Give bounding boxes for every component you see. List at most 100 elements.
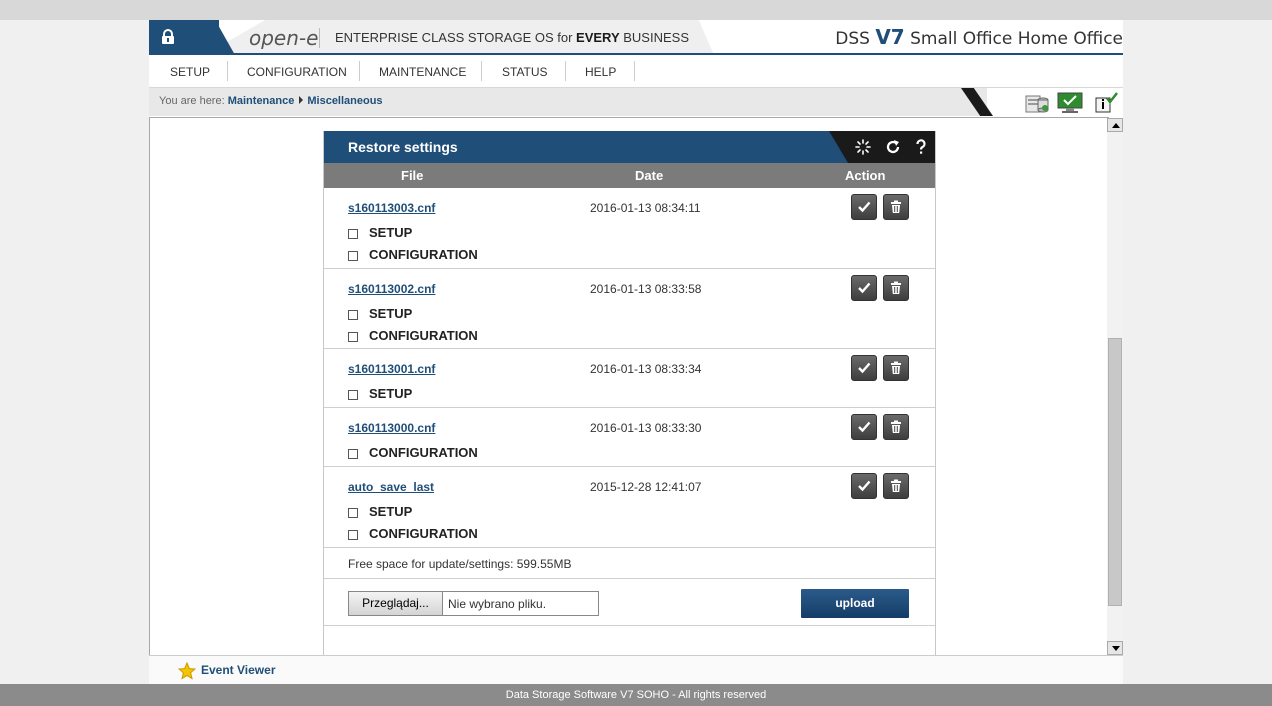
table-header: File Date Action [324,163,935,188]
breadcrumb: You are here: Maintenance Miscellaneous [159,95,383,107]
delete-button[interactable] [883,473,909,499]
menu-setup[interactable]: SETUP [170,65,210,79]
panel-title-bar: Restore settings [324,131,935,163]
delete-button[interactable] [883,355,909,381]
app-frame: open-e ENTERPRISE CLASS STORAGE OS for E… [149,20,1123,685]
lock-button[interactable] [149,20,219,55]
file-input[interactable]: Przeglądaj... Nie wybrano pliku. [348,591,599,616]
breadcrumb-prefix: You are here: [159,95,225,107]
browse-button[interactable]: Przeglądaj... [349,592,443,615]
option-checkbox[interactable] [348,508,358,518]
main-menu: SETUP CONFIGURATION MAINTENANCE STATUS H… [149,55,1123,88]
copyright-bar: Data Storage Software V7 SOHO - All righ… [0,684,1272,706]
tagline-pre: ENTERPRISE CLASS STORAGE OS for [335,30,577,45]
menu-separator [481,61,482,81]
info-check-icon[interactable] [1093,92,1119,114]
file-link[interactable]: s160113001.cnf [348,362,435,376]
option-label: SETUP [369,306,413,321]
table-row: s160113001.cnf 2016-01-13 08:33:34 SETUP [324,349,935,408]
table-row: s160113000.cnf 2016-01-13 08:33:30 CONFIGU… [324,408,935,467]
arrow-up-icon [1112,123,1120,128]
open-e-logo: open-e [249,26,319,50]
restore-button[interactable] [851,275,877,301]
menu-configuration[interactable]: CONFIGURATION [247,65,347,79]
free-space-row: Free space for update/settings: 599.55MB [324,548,935,579]
file-date: 2016-01-13 08:34:11 [590,201,701,215]
restore-button[interactable] [851,414,877,440]
option-label: SETUP [369,225,413,240]
option-checkbox[interactable] [348,310,358,320]
product-version: V7 [875,25,905,49]
file-date: 2016-01-13 08:33:30 [590,421,702,435]
option-checkbox[interactable] [348,390,358,400]
footer-bar: Event Viewer [149,655,1123,685]
option-checkbox[interactable] [348,530,358,540]
menu-maintenance[interactable]: MAINTENANCE [379,65,466,79]
table-row: s160113002.cnf 2016-01-13 08:33:58 SETUP CO… [324,269,935,349]
scroll-thumb[interactable] [1108,338,1122,606]
monitor-check-icon[interactable] [1057,92,1083,114]
free-space-text: Free space for update/settings: 599.55MB [348,557,572,571]
option-label: CONFIGURATION [369,247,478,262]
option-checkbox[interactable] [348,229,358,239]
restore-button[interactable] [851,355,877,381]
menu-separator [227,61,228,81]
product-post: Small Office Home Office [904,29,1123,49]
column-file: File [401,168,424,183]
option-checkbox[interactable] [348,449,358,459]
vertical-scrollbar[interactable] [1107,118,1123,655]
event-viewer-link[interactable]: Event Viewer [201,663,275,677]
menu-separator [359,61,360,81]
upload-row: Przeglądaj... Nie wybrano pliku. upload [324,579,935,626]
restore-button[interactable] [851,473,877,499]
content-area: Restore settings File Date Action s16011… [149,117,1109,655]
delete-button[interactable] [883,194,909,220]
table-row: s160113003.cnf 2016-01-13 08:34:11 SETUP CO… [324,188,935,269]
refresh-icon[interactable] [885,139,901,155]
file-date: 2016-01-13 08:33:34 [590,362,702,376]
scroll-up-button[interactable] [1107,118,1123,132]
star-icon [178,662,196,680]
help-icon[interactable] [913,139,929,155]
menu-separator [634,61,635,81]
tagline-post: BUSINESS [619,30,689,45]
menu-separator [565,61,566,81]
column-action: Action [845,168,886,183]
option-checkbox[interactable] [348,251,358,261]
product-name: DSS V7 Small Office Home Office [835,25,1123,49]
restore-button[interactable] [851,194,877,220]
storage-database-icon[interactable] [1024,92,1050,114]
delete-button[interactable] [883,275,909,301]
file-date: 2015-12-28 12:41:07 [590,480,702,494]
file-link[interactable]: s160113003.cnf [348,201,435,215]
loading-spinner-icon [855,139,871,155]
menu-status[interactable]: STATUS [502,65,548,79]
logo-divider [319,28,320,48]
menu-help[interactable]: HELP [585,65,616,79]
app-header: open-e ENTERPRISE CLASS STORAGE OS for E… [149,20,1123,55]
no-file-label: Nie wybrano pliku. [448,597,547,611]
option-checkbox[interactable] [348,332,358,342]
browser-top-strip [0,0,1272,20]
option-label: SETUP [369,386,413,401]
option-label: CONFIGURATION [369,526,478,541]
breadcrumb-arrow-icon [299,96,304,104]
file-link[interactable]: auto_save_last [348,480,434,494]
file-link[interactable]: s160113000.cnf [348,421,435,435]
table-row: auto_save_last 2015-12-28 12:41:07 SETUP CO… [324,467,935,548]
delete-button[interactable] [883,414,909,440]
option-label: CONFIGURATION [369,328,478,343]
upload-button[interactable]: upload [801,589,909,618]
lock-icon [162,29,174,44]
column-date: Date [635,168,664,183]
product-pre: DSS [835,29,876,49]
scroll-down-button[interactable] [1107,641,1123,655]
tagline-bold: EVERY [576,30,620,45]
breadcrumb-miscellaneous[interactable]: Miscellaneous [307,95,382,107]
restore-settings-panel: Restore settings File Date Action s16011… [323,131,936,655]
panel-title: Restore settings [348,139,458,155]
breadcrumb-maintenance[interactable]: Maintenance [228,95,295,107]
option-label: SETUP [369,504,413,519]
file-link[interactable]: s160113002.cnf [348,282,435,296]
file-date: 2016-01-13 08:33:58 [590,282,702,296]
